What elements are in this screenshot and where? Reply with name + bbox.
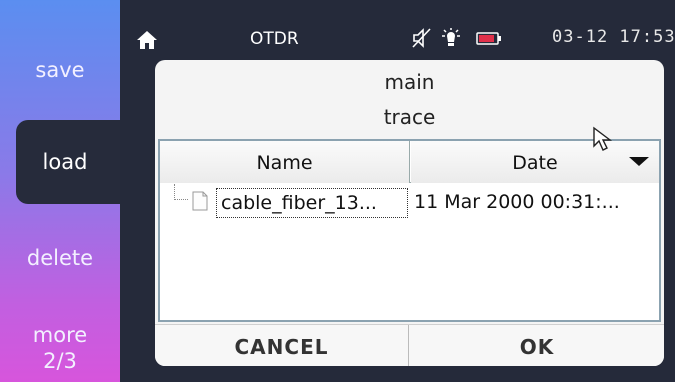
more-label: more (32, 323, 88, 347)
save-button[interactable]: save (0, 58, 120, 82)
file-date: 11 Mar 2000 00:31:... (414, 191, 620, 213)
delete-button[interactable]: delete (0, 246, 120, 270)
dialog-button-bar: CANCEL OK (155, 324, 664, 366)
sort-dropdown-icon[interactable] (629, 157, 649, 166)
cancel-button[interactable]: CANCEL (155, 325, 409, 366)
battery-icon (476, 32, 501, 45)
tree-connector (174, 184, 188, 200)
mouse-cursor-icon (593, 126, 613, 151)
load-dialog: main trace Name Date cable_fiber_13... 1… (155, 60, 664, 366)
mute-icon (412, 28, 431, 48)
file-icon (192, 191, 208, 211)
ok-button[interactable]: OK (410, 325, 664, 366)
path-line-main: main (384, 70, 435, 94)
sidebar: save load delete more 2/3 (0, 0, 120, 382)
status-bar: OTDR 03-12 17:53 (120, 0, 675, 60)
more-page-indicator: 2/3 (43, 349, 77, 373)
file-name[interactable]: cable_fiber_13... (216, 188, 408, 218)
brightness-icon (442, 28, 460, 46)
column-header: Name Date (160, 141, 659, 183)
file-list[interactable]: Name Date cable_fiber_13... 11 Mar 2000 … (158, 139, 661, 322)
file-row[interactable]: cable_fiber_13... 11 Mar 2000 00:31:... (160, 184, 659, 220)
path-line-trace: trace (383, 105, 436, 129)
column-date-header[interactable]: Date (411, 141, 659, 183)
load-button[interactable]: load (16, 120, 120, 204)
column-date-label: Date (512, 152, 558, 174)
more-button[interactable]: more 2/3 (0, 322, 120, 374)
column-name-header[interactable]: Name (160, 141, 410, 183)
home-icon[interactable] (136, 30, 158, 50)
app-title: OTDR (250, 29, 299, 49)
clock: 03-12 17:53 (552, 27, 675, 47)
